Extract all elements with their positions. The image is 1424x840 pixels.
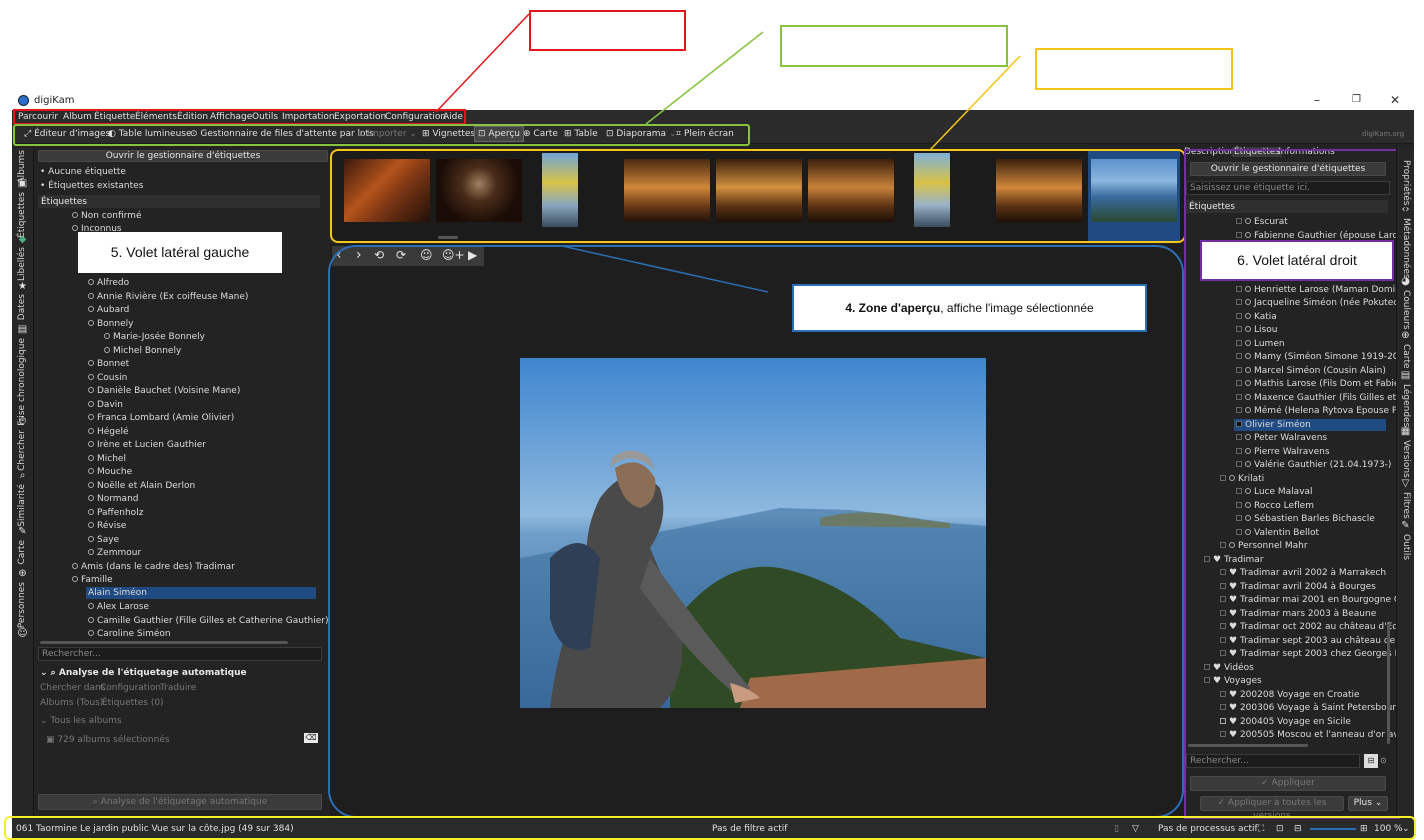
digikam-logo-icon	[18, 95, 29, 106]
filter-icon: ▽	[1401, 478, 1410, 489]
tab-similarite[interactable]: Similarité	[17, 484, 27, 527]
tree-item[interactable]: Irène et Lucien Gauthier	[88, 440, 206, 450]
tab-etiquettes[interactable]: Étiquettes	[17, 192, 27, 238]
annotation-area	[0, 0, 1424, 92]
close-icon[interactable]: ✕	[1390, 93, 1400, 107]
globe-icon: ⊕	[1401, 330, 1410, 341]
tab-versions[interactable]: Versions	[1401, 440, 1411, 478]
annotation-yellow-box	[1035, 48, 1233, 90]
existing-tags-option[interactable]: • Étiquettes existantes	[40, 181, 143, 191]
tab-couleurs[interactable]: Couleurs	[1401, 290, 1411, 330]
annotation-red-menu-box	[13, 109, 466, 125]
tree-item[interactable]: Paffenholz	[88, 508, 143, 518]
globe-icon: ⊕	[18, 568, 27, 579]
tab-libelles[interactable]: Libellés	[17, 247, 27, 281]
digikam-window: digiKam – ❐ ✕ Parcourir Album Étiquette …	[12, 92, 1414, 839]
minimize-icon[interactable]: –	[1314, 93, 1320, 107]
tab-chercher[interactable]: Chercher	[17, 430, 27, 471]
tree-item[interactable]: Annie Rivière (Ex coiffeuse Mane)	[88, 292, 248, 302]
tab-configuration[interactable]: Configuration	[100, 683, 161, 693]
tab-chercher-dans[interactable]: Chercher dans	[40, 683, 105, 693]
annotation-green-box	[780, 25, 1008, 67]
right-tab-strip: Propriétés ‹› Métadonnées ◕ Couleurs ⊕ C…	[1396, 148, 1414, 818]
tree-item[interactable]: Cousin	[88, 373, 127, 383]
tree-item[interactable]: Hégelé	[88, 427, 129, 437]
brand-label: digiKam.org	[1362, 130, 1405, 138]
albums-selected: ▣ 729 albums sélectionnés	[46, 735, 170, 745]
tree-item[interactable]: Bonnely	[88, 319, 133, 329]
annotation-yellow-filmstrip-box	[330, 149, 1186, 243]
tags-header: Étiquettes	[38, 195, 320, 208]
tab-filtres[interactable]: Filtres	[1401, 492, 1411, 519]
tree-item[interactable]: Noëlle et Alain Derlon	[88, 481, 195, 491]
tools-icon: ✎	[1401, 520, 1410, 531]
tree-item[interactable]: Mouche	[88, 467, 132, 477]
run-auto-tag-button[interactable]: ⌕ Analyse de l'étiquetage automatique	[38, 794, 322, 810]
star-icon: ★	[18, 281, 27, 292]
tab-carte-right[interactable]: Carte	[1401, 344, 1411, 369]
tree-item[interactable]: Danièle Bauchet (Voisine Mane)	[88, 386, 240, 396]
no-tag-option[interactable]: • Aucune étiquette	[40, 167, 126, 177]
tree-item[interactable]: Saye	[88, 535, 119, 545]
tab-proprietes[interactable]: Propriétés	[1401, 160, 1411, 205]
tree-item[interactable]: Alfredo	[88, 278, 129, 288]
left-tab-strip: Albums ▣ Étiquettes ◆ Libellés ★ Dates ▤…	[12, 148, 34, 818]
tree-item[interactable]: Alex Larose	[88, 602, 149, 612]
tab-dates[interactable]: Dates	[17, 294, 27, 320]
versions-icon: ▦	[1400, 426, 1411, 437]
tree-item[interactable]: Davin	[88, 400, 123, 410]
brush-icon: ✎	[18, 526, 27, 537]
tree-item[interactable]: Michel Bonnely	[104, 346, 181, 356]
right-panel-annotation-label: 6. Volet latéral droit	[1200, 240, 1394, 281]
tree-item[interactable]: Franca Lombard (Amie Olivier)	[88, 413, 234, 423]
title-bar: digiKam – ❐ ✕	[12, 92, 1414, 110]
annotation-yellow-status-box	[4, 816, 1416, 840]
clear-selection-icon[interactable]: ⌫	[304, 733, 318, 743]
album-icon: ▣	[17, 178, 28, 189]
tab-outils[interactable]: Outils	[1401, 534, 1411, 560]
calendar-icon: ▤	[17, 324, 28, 335]
all-albums-dropdown[interactable]: ⌄ Tous les albums	[40, 716, 122, 726]
tab-metadonnees[interactable]: Métadonnées	[1401, 218, 1411, 279]
tree-item[interactable]: Non confirmé	[72, 211, 141, 221]
tree-item-selected[interactable]: Alain Siméon	[86, 587, 316, 599]
tree-item[interactable]: Bonnet	[88, 359, 129, 369]
tab-frise-chronologique[interactable]: Frise chronologique	[17, 338, 27, 426]
restore-icon[interactable]: ❐	[1352, 94, 1361, 105]
clock-icon: ⏱	[18, 416, 27, 427]
tab-traduire[interactable]: Traduire	[160, 683, 196, 693]
tab-carte[interactable]: Carte	[17, 540, 27, 565]
tree-item[interactable]: Normand	[88, 494, 138, 504]
open-tag-manager-button[interactable]: Ouvrir le gestionnaire d'étiquettes	[38, 150, 328, 162]
search-icon: ⌕	[19, 470, 26, 481]
window-title: digiKam	[34, 95, 75, 106]
tree-item[interactable]: Marie-Josée Bonnely	[104, 332, 205, 342]
left-tree-hscrollbar[interactable]	[40, 641, 288, 644]
tree-item[interactable]: Amis (dans le cadre des) Tradimar	[72, 562, 235, 572]
tree-item[interactable]: Caroline Siméon	[88, 629, 171, 639]
tree-item[interactable]: Révise	[88, 521, 126, 531]
tab-etiquettes-count[interactable]: Étiquettes (0)	[102, 698, 164, 708]
left-panel-annotation-label: 5. Volet latéral gauche	[78, 232, 282, 273]
tree-item[interactable]: Camille Gauthier (Fille Gilles et Cather…	[88, 616, 328, 626]
palette-icon: ◕	[1401, 276, 1410, 287]
code-icon: ‹›	[1401, 204, 1410, 215]
tree-item[interactable]: Michel	[88, 454, 126, 464]
left-search-input[interactable]: Rechercher...	[38, 647, 322, 661]
tab-personnes[interactable]: Personnes	[17, 582, 27, 628]
tree-item[interactable]: Famille	[72, 575, 113, 585]
preview-annotation-label: 4. Zone d'aperçu, affiche l'image sélect…	[792, 284, 1147, 332]
tab-legendes[interactable]: Légendes	[1401, 384, 1411, 427]
tag-icon: ◆	[18, 234, 27, 245]
tab-albums-tous[interactable]: Albums (Tous)	[40, 698, 103, 708]
caption-icon: ▤	[1400, 370, 1411, 381]
annotation-red-box	[529, 10, 686, 51]
auto-tag-title[interactable]: ⌄ ⌕ Analyse de l'étiquetage automatique	[40, 668, 247, 678]
annotation-green-toolbar-box	[13, 124, 750, 146]
person-icon: ☺	[17, 628, 28, 639]
tree-item[interactable]: Aubard	[88, 305, 129, 315]
tree-item[interactable]: Zemmour	[88, 548, 141, 558]
